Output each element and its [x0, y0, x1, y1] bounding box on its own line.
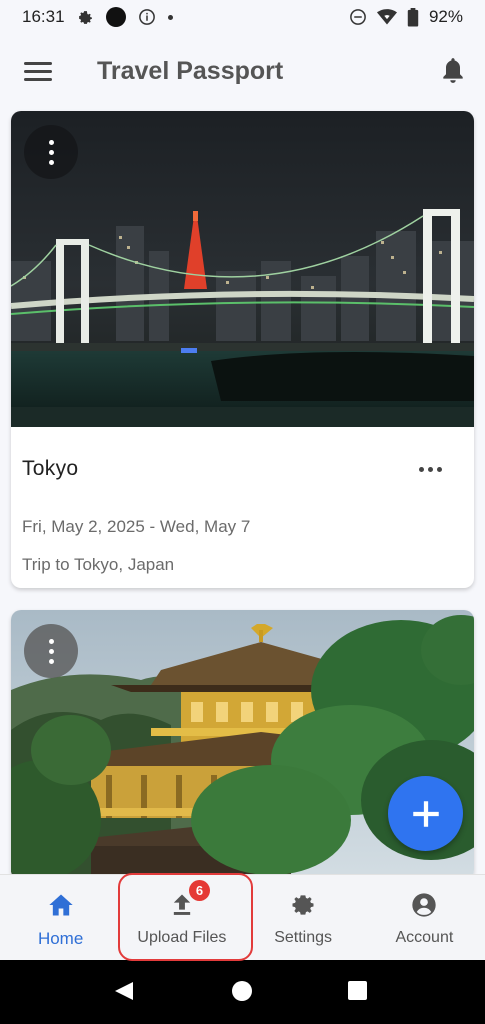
gear-icon	[292, 895, 314, 915]
nav-label-home: Home	[37, 929, 84, 948]
nav-item-account[interactable]: Account	[364, 875, 485, 960]
trip-title: Tokyo	[22, 457, 79, 480]
trip-image-tokyo[interactable]	[11, 111, 474, 427]
recent-apps-icon[interactable]	[348, 981, 367, 1000]
nav-item-upload-files[interactable]: Upload Files	[121, 875, 242, 960]
page-title: Travel Passport	[97, 57, 284, 85]
system-navigation-bar	[0, 960, 485, 1024]
trip-options-icon[interactable]	[24, 624, 78, 678]
tokyo-skyline-image	[11, 111, 474, 427]
upload-count-badge: 6	[189, 880, 210, 901]
wifi-icon	[376, 9, 397, 25]
nav-label-settings: Settings	[274, 929, 333, 946]
home-icon	[48, 894, 73, 916]
trip-card-tokyo[interactable]: Tokyo Fri, May 2, 2025 - Wed, May 7 Trip…	[11, 111, 474, 588]
app-screen: 16:31 92% Travel Passport Tokyo Fri, May…	[0, 0, 485, 1024]
do-not-disturb-icon	[350, 9, 366, 25]
nav-item-home[interactable]: Home	[0, 875, 121, 960]
back-icon[interactable]	[113, 980, 135, 1002]
home-button-icon[interactable]	[232, 981, 252, 1001]
account-circle-icon	[412, 893, 437, 917]
hamburger-menu-icon[interactable]	[24, 58, 52, 84]
info-status-icon	[138, 9, 155, 25]
nav-label-upload-files: Upload Files	[137, 929, 227, 946]
more-notifications-icon	[167, 14, 173, 20]
settings-status-icon	[78, 10, 92, 24]
trip-description: Trip to Tokyo, Japan	[22, 555, 175, 574]
battery-level: 92%	[428, 7, 463, 26]
app-bar: Travel Passport	[0, 40, 485, 102]
nav-item-settings[interactable]: Settings	[243, 875, 364, 960]
plus-icon	[412, 800, 439, 827]
trip-dates: Fri, May 2, 2025 - Wed, May 7	[22, 517, 251, 536]
notification-dot-icon	[105, 7, 126, 27]
battery-icon	[407, 7, 419, 27]
nav-label-account: Account	[395, 929, 454, 946]
add-trip-button[interactable]	[388, 776, 463, 851]
more-horizontal-icon[interactable]	[419, 467, 442, 472]
bottom-navigation: Home Upload Files Settings Account	[0, 874, 485, 960]
trip-options-icon[interactable]	[24, 125, 78, 179]
status-time: 16:31	[22, 7, 65, 26]
bell-icon[interactable]	[440, 56, 466, 84]
status-bar: 16:31 92%	[0, 0, 485, 34]
